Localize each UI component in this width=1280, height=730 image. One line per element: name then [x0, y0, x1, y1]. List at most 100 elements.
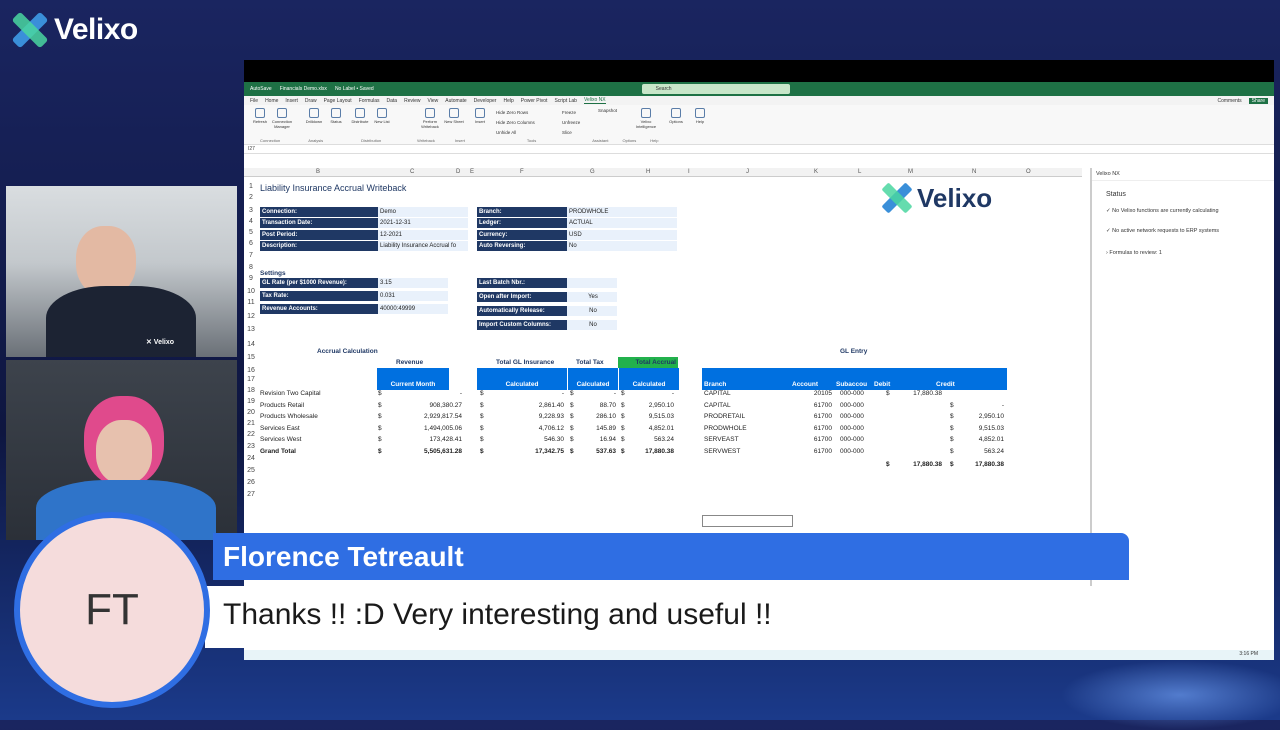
row-number[interactable]: 4 [244, 218, 258, 225]
gl-cell-c[interactable]: 4,852.01 [948, 436, 1004, 443]
gl-cell-b[interactable]: CAPITAL [704, 390, 731, 397]
row-number[interactable]: 15 [244, 354, 258, 361]
gl-cell-b[interactable]: SERVEAST [704, 436, 739, 443]
tab-help[interactable]: Help [503, 98, 513, 104]
gl-cell-d[interactable]: 17,880.38 [884, 390, 942, 397]
row-number[interactable]: 5 [244, 229, 258, 236]
tab-file[interactable]: File [250, 98, 258, 104]
file-label[interactable]: No Label • Saved [335, 86, 374, 92]
cell-gl[interactable]: - [488, 390, 564, 397]
gl-cell-c[interactable]: 563.24 [948, 448, 1004, 455]
currency-symbol[interactable]: $ [480, 425, 484, 432]
formulas-to-review[interactable]: › Formulas to review: 1 [1092, 242, 1274, 264]
cell-rev[interactable]: 173,428.41 [386, 436, 462, 443]
cell-name[interactable]: Products Retail [260, 402, 304, 409]
col-header[interactable]: B [316, 169, 320, 175]
connection-manager-button[interactable]: Connection Manager [270, 108, 294, 129]
tab-script-lab[interactable]: Script Lab [554, 98, 577, 104]
hide-zero-rows[interactable]: Hide Zero Rows [496, 108, 535, 118]
currency-symbol[interactable]: $ [480, 448, 484, 455]
gl-cell-a[interactable]: 61700 [792, 436, 832, 443]
insert-button[interactable]: Insert [468, 108, 492, 124]
cell-rev[interactable]: 908,380.27 [386, 402, 462, 409]
freeze-button[interactable]: Freeze [562, 108, 580, 118]
comments-button[interactable]: Comments [1217, 98, 1241, 104]
cell-name[interactable]: Grand Total [260, 448, 296, 455]
perform-writeback-button[interactable]: Perform Writeback [418, 108, 442, 129]
gl-cell-s[interactable]: 000-000 [840, 390, 864, 397]
setting-value[interactable] [567, 278, 617, 288]
cell-gl[interactable]: 546.30 [488, 436, 564, 443]
gl-cell-a[interactable]: 61700 [792, 425, 832, 432]
tab-power-pivot[interactable]: Power Pivot [521, 98, 548, 104]
cell-name[interactable]: Services West [260, 436, 301, 443]
col-header[interactable]: K [814, 169, 818, 175]
currency-symbol[interactable]: $ [621, 425, 625, 432]
col-header[interactable]: H [646, 169, 650, 175]
status-button[interactable]: Status [324, 108, 348, 124]
cell-acc[interactable]: 2,950.10 [629, 402, 674, 409]
snapshot-button[interactable]: Snapshot [598, 108, 617, 113]
col-header[interactable]: E [470, 169, 474, 175]
param-value[interactable]: 12-2021 [378, 229, 468, 240]
setting-value[interactable]: No [567, 306, 617, 316]
param-value[interactable]: No [567, 240, 677, 251]
col-header[interactable]: F [520, 169, 524, 175]
gl-total-cell[interactable]: 17,880.38 [948, 461, 1004, 468]
row-number[interactable]: 22 [244, 431, 258, 438]
currency-symbol[interactable]: $ [378, 448, 382, 455]
gl-cell-s[interactable]: 000-000 [840, 425, 864, 432]
currency-symbol[interactable]: $ [621, 402, 625, 409]
currency-symbol[interactable]: $ [378, 425, 382, 432]
cell-rev[interactable]: 5,505,631.28 [386, 448, 462, 455]
name-box[interactable]: I27 [244, 145, 1274, 154]
currency-symbol[interactable]: $ [480, 413, 484, 420]
param-value[interactable]: Liability Insurance Accrual fo [378, 240, 468, 251]
tab-data[interactable]: Data [387, 98, 398, 104]
selected-cell[interactable] [702, 515, 793, 527]
row-number[interactable]: 17 [244, 376, 258, 383]
cell-gl[interactable]: 17,342.75 [488, 448, 564, 455]
tab-page-layout[interactable]: Page Layout [324, 98, 352, 104]
gl-col-branch[interactable]: Branch [702, 379, 792, 390]
gl-cell-b[interactable]: PRODRETAIL [704, 413, 745, 420]
row-number[interactable]: 16 [244, 367, 258, 374]
gl-cell-a[interactable]: 61700 [792, 448, 832, 455]
cell-acc[interactable]: - [629, 390, 674, 397]
col-header[interactable]: C [410, 169, 414, 175]
unfreeze-button[interactable]: Unfreeze [562, 118, 580, 128]
setting-value[interactable]: 40000:49999 [378, 304, 448, 314]
col-header[interactable]: I [688, 169, 690, 175]
gl-total-cell[interactable]: 17,880.38 [884, 461, 942, 468]
row-number[interactable]: 12 [244, 313, 258, 320]
row-number[interactable]: 3 [244, 207, 258, 214]
setting-value[interactable]: 0.031 [378, 291, 448, 301]
share-button[interactable]: Share [1248, 97, 1268, 104]
currency-symbol[interactable]: $ [480, 436, 484, 443]
currency-symbol[interactable]: $ [570, 436, 574, 443]
options-button[interactable]: Options [664, 108, 688, 124]
row-number[interactable]: 9 [244, 275, 258, 282]
tab-insert[interactable]: Insert [285, 98, 298, 104]
tab-formulas[interactable]: Formulas [359, 98, 380, 104]
currency-symbol[interactable]: $ [621, 436, 625, 443]
row-number[interactable]: 7 [244, 252, 258, 259]
cell-rev[interactable]: - [386, 390, 462, 397]
cell-acc[interactable]: 9,515.03 [629, 413, 674, 420]
autosave-toggle[interactable]: AutoSave [250, 86, 272, 92]
tab-automate[interactable]: Automate [445, 98, 466, 104]
hide-zero-columns[interactable]: Hide Zero Columns [496, 118, 535, 128]
gl-cell-s[interactable]: 000-000 [840, 448, 864, 455]
search-box[interactable]: Search [641, 84, 790, 94]
currency-symbol[interactable]: $ [570, 413, 574, 420]
gl-cell-c[interactable]: 2,950.10 [948, 413, 1004, 420]
setting-value[interactable]: Yes [567, 292, 617, 302]
cell-name[interactable]: Revision Two Capital [260, 390, 321, 397]
help-button[interactable]: Help [688, 108, 712, 124]
cell-name[interactable]: Services East [260, 425, 300, 432]
currency-symbol[interactable]: $ [378, 390, 382, 397]
row-number[interactable]: 18 [244, 387, 258, 394]
col-header[interactable]: O [1026, 169, 1031, 175]
distribute-button[interactable]: Distribute [348, 108, 372, 124]
gl-cell-b[interactable]: SERVWEST [704, 448, 740, 455]
